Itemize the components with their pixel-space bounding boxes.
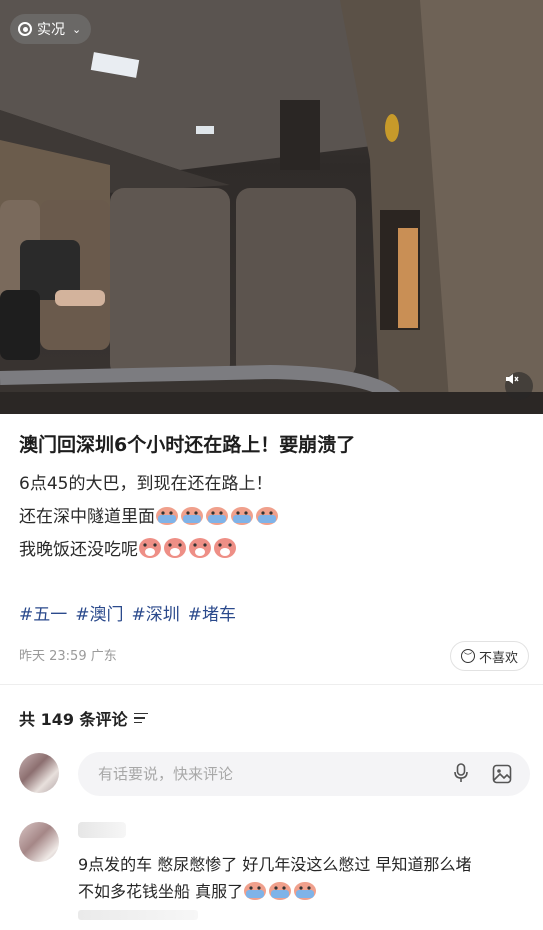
live-label: 实况 [37, 22, 65, 38]
post-photo[interactable]: 实况 ⌄ [0, 0, 543, 414]
post-title: 澳门回深圳6个小时还在路上！要崩溃了 [19, 434, 356, 456]
sad-emoji-icon [189, 538, 211, 558]
dislike-label: 不喜欢 [478, 650, 518, 666]
comment-line-2: 不如多花钱坐船 真服了 [78, 878, 518, 905]
tag-link[interactable]: #深圳 [132, 600, 180, 625]
comment-body[interactable]: 9点发的车 憋尿憋惨了 好几年没这么憋过 早知道那么堵 不如多花钱坐船 真服了 [78, 851, 518, 905]
microphone-icon[interactable] [454, 763, 468, 783]
crying-emoji-icon [231, 507, 253, 525]
crying-emoji-icon [206, 507, 228, 525]
commenter-avatar[interactable] [19, 822, 59, 862]
post-line-3-text: 我晚饭还没吃呢 [19, 540, 138, 560]
divider [0, 684, 543, 685]
tag-link[interactable]: #堵车 [188, 600, 236, 625]
frown-icon: ︶ [460, 649, 475, 663]
post-line-1: 6点45的大巴，到现在还在路上！ [19, 474, 273, 494]
post-line-2-text: 还在深中隧道里面 [19, 507, 155, 527]
sad-emoji-icon [214, 538, 236, 558]
live-photo-icon [18, 22, 32, 36]
post-meta: 昨天 23:59 广东 [19, 645, 117, 664]
crying-emoji-icon [244, 882, 267, 900]
sad-emoji-group [138, 538, 238, 560]
image-icon[interactable] [492, 764, 512, 784]
post-tags: #五一 #澳门 #深圳 #堵车 [19, 600, 236, 625]
crying-emoji-group [243, 882, 318, 901]
comment-count: 共 149 条评论 [19, 710, 128, 729]
sort-icon[interactable] [133, 712, 148, 724]
post-line-2: 还在深中隧道里面 [19, 501, 280, 534]
comment-line-2-text: 不如多花钱坐船 真服了 [78, 882, 244, 901]
crying-emoji-icon [256, 507, 278, 525]
comment-meta-blurred [78, 910, 198, 920]
tag-link[interactable]: #澳门 [75, 600, 123, 625]
chevron-down-icon: ⌄ [72, 22, 82, 36]
crying-emoji-group [155, 507, 280, 527]
comment-count-header[interactable]: 共 149 条评论 [19, 706, 148, 730]
comment-input[interactable] [78, 752, 478, 796]
post-location: 广东 [90, 649, 117, 664]
crying-emoji-icon [181, 507, 203, 525]
comment-input-box[interactable] [78, 752, 530, 796]
bus-interior-photo [0, 0, 543, 414]
crying-emoji-icon [156, 507, 178, 525]
sound-off-icon[interactable] [505, 372, 533, 400]
post-line-3: 我晚饭还没吃呢 [19, 534, 280, 567]
dislike-button[interactable]: ︶ 不喜欢 [449, 641, 529, 671]
crying-emoji-icon [269, 882, 292, 900]
post-body: 6点45的大巴，到现在还在路上！ 还在深中隧道里面 我晚饭还没吃呢 [19, 468, 280, 567]
crying-emoji-icon [294, 882, 317, 900]
post-time: 昨天 23:59 [19, 649, 87, 664]
sad-emoji-icon [164, 538, 186, 558]
comment-line-1: 9点发的车 憋尿憋惨了 好几年没这么憋过 早知道那么堵 [78, 855, 472, 874]
avatar[interactable] [19, 753, 59, 793]
commenter-name-blurred [78, 822, 126, 838]
sad-emoji-icon [139, 538, 161, 558]
live-photo-badge[interactable]: 实况 ⌄ [10, 14, 92, 44]
tag-link[interactable]: #五一 [19, 600, 67, 625]
